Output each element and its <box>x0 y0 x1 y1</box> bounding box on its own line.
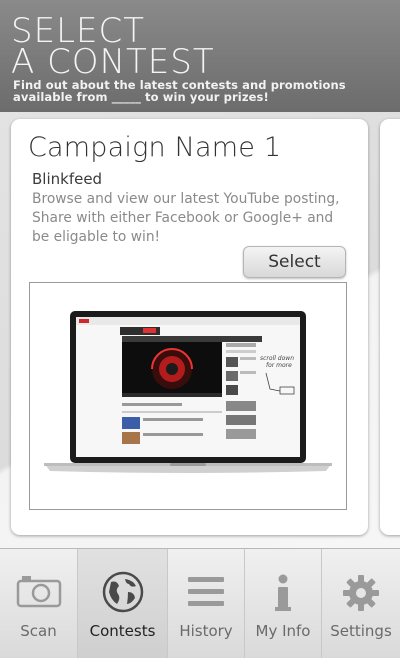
select-button[interactable]: Select <box>243 246 346 278</box>
tab-my-info[interactable]: My Info <box>245 549 322 658</box>
tab-history-label: History <box>179 622 233 640</box>
list-icon <box>188 577 224 606</box>
contest-carousel[interactable]: Campaign Name 1 Blinkfeed Browse and vie… <box>0 112 400 548</box>
campaign-description: Browse and view our latest YouTube posti… <box>32 191 340 245</box>
laptop-image: scroll down for more <box>44 311 332 473</box>
tab-settings[interactable]: Settings <box>322 549 400 658</box>
title-line-2: A CONTEST <box>11 42 215 82</box>
info-icon <box>275 574 291 611</box>
camera-icon <box>16 576 61 608</box>
svg-text:for more: for more <box>266 362 292 369</box>
tab-contests-label: Contests <box>89 622 156 640</box>
page-header: SELECT A CONTEST Find out about the late… <box>0 0 400 112</box>
tab-history[interactable]: History <box>168 549 245 658</box>
contest-card[interactable]: Campaign Name 1 Blinkfeed Browse and vie… <box>11 119 368 535</box>
page-subtitle: Find out about the latest contests and p… <box>13 78 346 104</box>
globe-icon <box>102 571 143 613</box>
tab-settings-label: Settings <box>330 622 392 640</box>
gear-icon <box>343 575 379 611</box>
bottom-tab-bar: Scan Contests History My Info Settings <box>0 548 400 658</box>
next-contest-card[interactable] <box>380 119 400 535</box>
tab-contests[interactable]: Contests <box>78 549 168 658</box>
tab-scan[interactable]: Scan <box>0 549 78 658</box>
campaign-brand: Blinkfeed <box>32 170 103 188</box>
campaign-preview-image: scroll down for more <box>29 282 347 510</box>
tab-my-info-label: My Info <box>255 622 311 640</box>
page-title: SELECT A CONTEST <box>11 14 271 82</box>
tab-scan-label: Scan <box>20 622 57 640</box>
svg-text:scroll down: scroll down <box>260 355 294 362</box>
campaign-name: Campaign Name 1 <box>28 132 282 163</box>
